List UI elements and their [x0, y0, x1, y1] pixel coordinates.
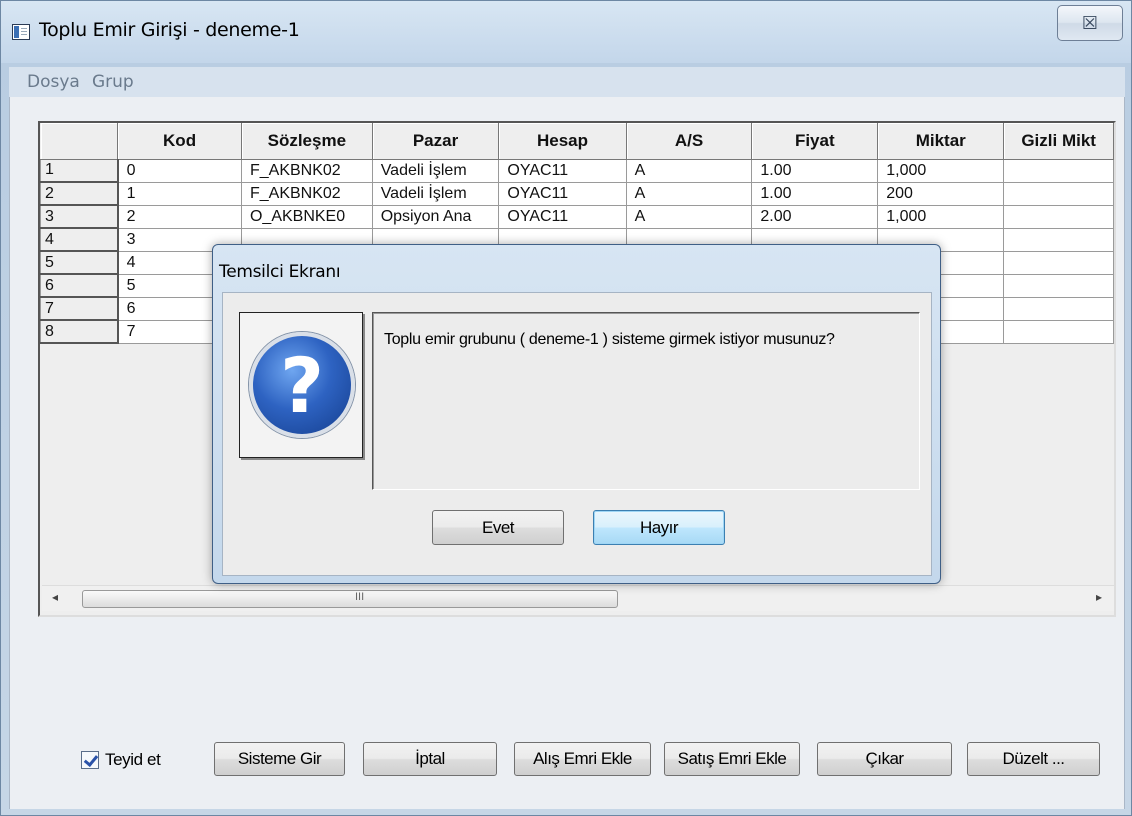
window-title: Toplu Emir Girişi - deneme-1: [39, 19, 300, 41]
window-close-button[interactable]: ☒: [1057, 5, 1123, 41]
table-cell[interactable]: 2.00: [751, 204, 879, 229]
table-cell[interactable]: A: [625, 181, 753, 206]
title-bar[interactable]: Toplu Emir Girişi - deneme-1 ☒: [1, 1, 1131, 63]
table-cell[interactable]: [1003, 319, 1114, 344]
table-cell[interactable]: Vadeli İşlem: [371, 181, 500, 206]
row-number-cell[interactable]: 2: [40, 181, 119, 206]
column-header-sozlesme[interactable]: Sözleşme: [241, 123, 373, 160]
menu-dosya[interactable]: Dosya: [27, 72, 80, 92]
teyid-checkbox[interactable]: [81, 751, 99, 769]
row-number-cell[interactable]: 8: [40, 319, 119, 344]
dialog-body: ? Toplu emir grubunu ( deneme-1 ) sistem…: [222, 292, 932, 576]
hayir-button[interactable]: Hayır: [593, 510, 725, 545]
table-cell[interactable]: [1003, 204, 1114, 229]
row-number-cell[interactable]: 1: [40, 158, 119, 183]
table-cell[interactable]: O_AKBNKE0: [240, 204, 373, 229]
window-app-icon: [12, 24, 30, 40]
evet-button[interactable]: Evet: [432, 510, 564, 545]
table-cell[interactable]: OYAC11: [498, 181, 627, 206]
dialog-message: Toplu emir grubunu ( deneme-1 ) sisteme …: [384, 331, 835, 348]
scroll-thumb[interactable]: III: [82, 590, 618, 608]
table-cell[interactable]: 200: [877, 181, 1005, 206]
row-number-cell[interactable]: 3: [40, 204, 119, 229]
dialog-message-box: Toplu emir grubunu ( deneme-1 ) sisteme …: [372, 312, 920, 490]
table-row[interactable]: 1 0 F_AKBNK02 Vadeli İşlem OYAC11 A 1.00 1,000: [40, 158, 1114, 183]
table-header-row: Kod Sözleşme Pazar Hesap A/S Fiyat Mikta…: [40, 123, 1114, 160]
table-cell[interactable]: [1003, 273, 1114, 298]
table-cell[interactable]: OYAC11: [498, 204, 627, 229]
dialog-icon-frame: ?: [239, 312, 363, 458]
column-header-as[interactable]: A/S: [626, 123, 753, 160]
table-cell[interactable]: 0: [117, 158, 242, 183]
alis-emri-ekle-button[interactable]: Alış Emri Ekle: [514, 742, 651, 776]
table-cell[interactable]: [1003, 296, 1114, 321]
duzelt-button[interactable]: Düzelt ...: [967, 742, 1100, 776]
table-cell[interactable]: [1003, 250, 1114, 275]
row-number-cell[interactable]: 5: [40, 250, 119, 275]
column-header-gizli-miktar[interactable]: Gizli Mikt: [1003, 123, 1114, 160]
cikar-button[interactable]: Çıkar: [817, 742, 952, 776]
scroll-right-icon[interactable]: ▸: [1096, 590, 1102, 604]
iptal-button[interactable]: İptal: [363, 742, 497, 776]
table-row[interactable]: 3 2 O_AKBNKE0 Opsiyon Ana OYAC11 A 2.00 1,000: [40, 204, 1114, 229]
table-cell[interactable]: Opsiyon Ana: [371, 204, 500, 229]
table-cell[interactable]: 1.00: [751, 181, 879, 206]
table-cell[interactable]: F_AKBNK02: [240, 181, 373, 206]
table-cell[interactable]: A: [625, 158, 753, 183]
table-cell[interactable]: [1003, 158, 1114, 183]
table-cell[interactable]: OYAC11: [498, 158, 627, 183]
column-header-rownum[interactable]: [40, 123, 119, 160]
row-number-cell[interactable]: 6: [40, 273, 119, 298]
satis-emri-ekle-button[interactable]: Satış Emri Ekle: [664, 742, 800, 776]
column-header-kod[interactable]: Kod: [117, 123, 242, 160]
column-header-pazar[interactable]: Pazar: [372, 123, 500, 160]
scroll-left-icon[interactable]: ◂: [52, 590, 58, 604]
main-window: Toplu Emir Girişi - deneme-1 ☒ Dosya Gru…: [0, 0, 1132, 816]
row-number-cell[interactable]: 7: [40, 296, 119, 321]
table-cell[interactable]: 1,000: [877, 204, 1005, 229]
row-number-cell[interactable]: 4: [40, 227, 119, 252]
table-cell[interactable]: Vadeli İşlem: [371, 158, 500, 183]
question-icon: ?: [249, 332, 355, 438]
menu-grup[interactable]: Grup: [92, 72, 134, 92]
table-cell[interactable]: A: [625, 204, 753, 229]
table-cell[interactable]: [1003, 227, 1114, 252]
confirm-dialog: Temsilci Ekranı ? Toplu emir grubunu ( d…: [212, 244, 941, 584]
scroll-grip-icon: III: [355, 591, 365, 603]
table-cell[interactable]: 1: [117, 181, 242, 206]
table-cell[interactable]: 2: [117, 204, 242, 229]
column-header-hesap[interactable]: Hesap: [498, 123, 627, 160]
column-header-fiyat[interactable]: Fiyat: [751, 123, 879, 160]
table-cell[interactable]: [1003, 181, 1114, 206]
teyid-label: Teyid et: [105, 750, 161, 769]
horizontal-scrollbar[interactable]: ◂ III ▸: [42, 585, 1114, 611]
table-cell[interactable]: F_AKBNK02: [240, 158, 373, 183]
sisteme-gir-button[interactable]: Sisteme Gir: [214, 742, 345, 776]
close-icon: ☒: [1081, 13, 1099, 33]
menu-bar: Dosya Grup: [9, 67, 1125, 97]
table-cell[interactable]: 1,000: [877, 158, 1005, 183]
table-row[interactable]: 2 1 F_AKBNK02 Vadeli İşlem OYAC11 A 1.00 200: [40, 181, 1114, 206]
table-cell[interactable]: 1.00: [751, 158, 879, 183]
dialog-title: Temsilci Ekranı: [219, 262, 341, 282]
teyid-checkbox-group[interactable]: Teyid et: [81, 750, 161, 770]
column-header-miktar[interactable]: Miktar: [877, 123, 1005, 160]
